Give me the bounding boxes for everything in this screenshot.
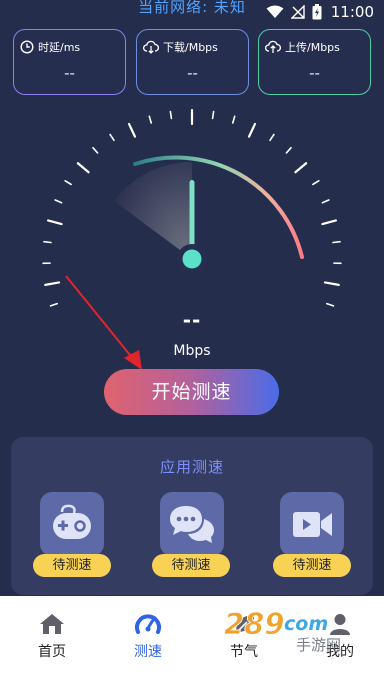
gauge-tick bbox=[321, 219, 338, 226]
gauge-tick bbox=[148, 115, 153, 124]
clock-time: 11:00 bbox=[330, 3, 374, 21]
gauge-tick bbox=[321, 199, 330, 204]
chat-app-tile[interactable] bbox=[160, 492, 224, 556]
gauge-tick bbox=[332, 240, 341, 244]
game-status-pill[interactable]: 待测速 bbox=[33, 554, 111, 577]
gauge-tick bbox=[43, 240, 52, 244]
gauge-tick bbox=[169, 110, 173, 120]
latency-label: 时延/ms bbox=[38, 41, 81, 54]
status-bar: 当前网络: 未知 11:00 bbox=[0, 0, 384, 24]
upload-label: 上传/Mbps bbox=[285, 41, 340, 54]
gauge-tick bbox=[92, 146, 99, 154]
app-speed-panel: 应用测速 待测速 待测速 待测速 bbox=[11, 437, 373, 595]
gauge-tick bbox=[231, 115, 236, 124]
gauge-tick bbox=[247, 122, 257, 138]
download-label: 下载/Mbps bbox=[163, 41, 218, 54]
nav-label-speedtest: 测速 bbox=[134, 644, 162, 660]
speed-unit: Mbps bbox=[173, 343, 211, 359]
status-icons: 11:00 bbox=[266, 3, 374, 21]
video-camera-icon bbox=[293, 512, 332, 537]
gamepad-icon bbox=[53, 504, 91, 539]
gauge-hub-center bbox=[182, 249, 202, 269]
wifi-icon bbox=[266, 5, 284, 18]
clock-icon bbox=[20, 40, 34, 54]
gauge-tick bbox=[294, 162, 308, 174]
cloud-upload-icon bbox=[265, 40, 281, 53]
gauge-tick bbox=[285, 146, 292, 154]
speedometer-icon bbox=[135, 614, 161, 634]
home-icon bbox=[40, 614, 64, 634]
gauge-fill-wedge bbox=[114, 161, 192, 259]
battery-icon bbox=[312, 4, 322, 20]
speed-value: -- bbox=[182, 308, 202, 332]
nav-item-home[interactable]: 首页 bbox=[17, 612, 87, 661]
gauge-tick bbox=[64, 179, 72, 186]
game-app-tile[interactable] bbox=[40, 492, 104, 556]
upload-card: 上传/Mbps -- bbox=[258, 29, 371, 95]
video-app-tile[interactable] bbox=[280, 492, 344, 556]
latency-card: 时延/ms -- bbox=[13, 29, 126, 95]
chat-status-pill[interactable]: 待测速 bbox=[152, 554, 230, 577]
gauge-tick bbox=[312, 179, 320, 186]
no-signal-icon bbox=[290, 5, 305, 19]
gauge-tick bbox=[49, 302, 59, 307]
chat-bubbles-icon bbox=[170, 506, 214, 543]
gauge-tick bbox=[323, 281, 340, 286]
gauge-tick bbox=[54, 199, 63, 204]
gauge-tick bbox=[127, 122, 137, 138]
gauge-tick bbox=[44, 281, 61, 286]
gauge-tick bbox=[76, 162, 90, 174]
watermark-suffix: com bbox=[284, 613, 328, 635]
nav-item-speedtest[interactable]: 测速 bbox=[113, 612, 183, 661]
nav-label-home: 首页 bbox=[38, 644, 66, 660]
cloud-download-icon bbox=[143, 40, 159, 54]
gauge-tick bbox=[269, 133, 275, 142]
app-speed-title: 应用测速 bbox=[159, 458, 224, 476]
gauge-tick bbox=[211, 110, 215, 120]
gauge-tick bbox=[109, 133, 115, 142]
gauge-tick bbox=[46, 219, 63, 226]
upload-value: -- bbox=[309, 64, 320, 82]
download-value: -- bbox=[187, 64, 198, 82]
download-card: 下载/Mbps -- bbox=[136, 29, 249, 95]
start-speed-test-button[interactable]: 开始测速 bbox=[104, 369, 279, 415]
site-watermark: 289 com 手游网 bbox=[224, 607, 341, 654]
watermark-brand: 289 bbox=[224, 607, 285, 641]
latency-value: -- bbox=[64, 64, 75, 82]
video-status-pill[interactable]: 待测速 bbox=[273, 554, 351, 577]
gauge-tick bbox=[325, 302, 335, 307]
watermark-subtitle: 手游网 bbox=[296, 636, 341, 654]
